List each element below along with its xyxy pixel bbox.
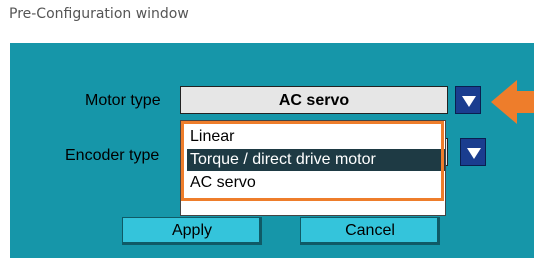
- motor-type-value: AC servo: [278, 92, 350, 109]
- cancel-button[interactable]: Cancel: [300, 217, 440, 245]
- chevron-down-icon: [467, 148, 481, 159]
- orange-arrow-icon-shaft: [516, 91, 534, 113]
- encoder-type-label: Encoder type: [65, 147, 160, 164]
- apply-button[interactable]: Apply: [122, 217, 262, 245]
- chevron-down-icon: [462, 96, 476, 107]
- motor-type-dropdown-button[interactable]: [455, 86, 481, 114]
- orange-highlight-frame: [181, 121, 444, 201]
- window-title: Pre-Configuration window: [9, 6, 189, 22]
- orange-arrow-icon: [491, 80, 517, 124]
- encoder-type-dropdown-button[interactable]: [460, 138, 486, 166]
- motor-type-label: Motor type: [85, 92, 161, 109]
- motor-type-select[interactable]: AC servo: [180, 86, 448, 114]
